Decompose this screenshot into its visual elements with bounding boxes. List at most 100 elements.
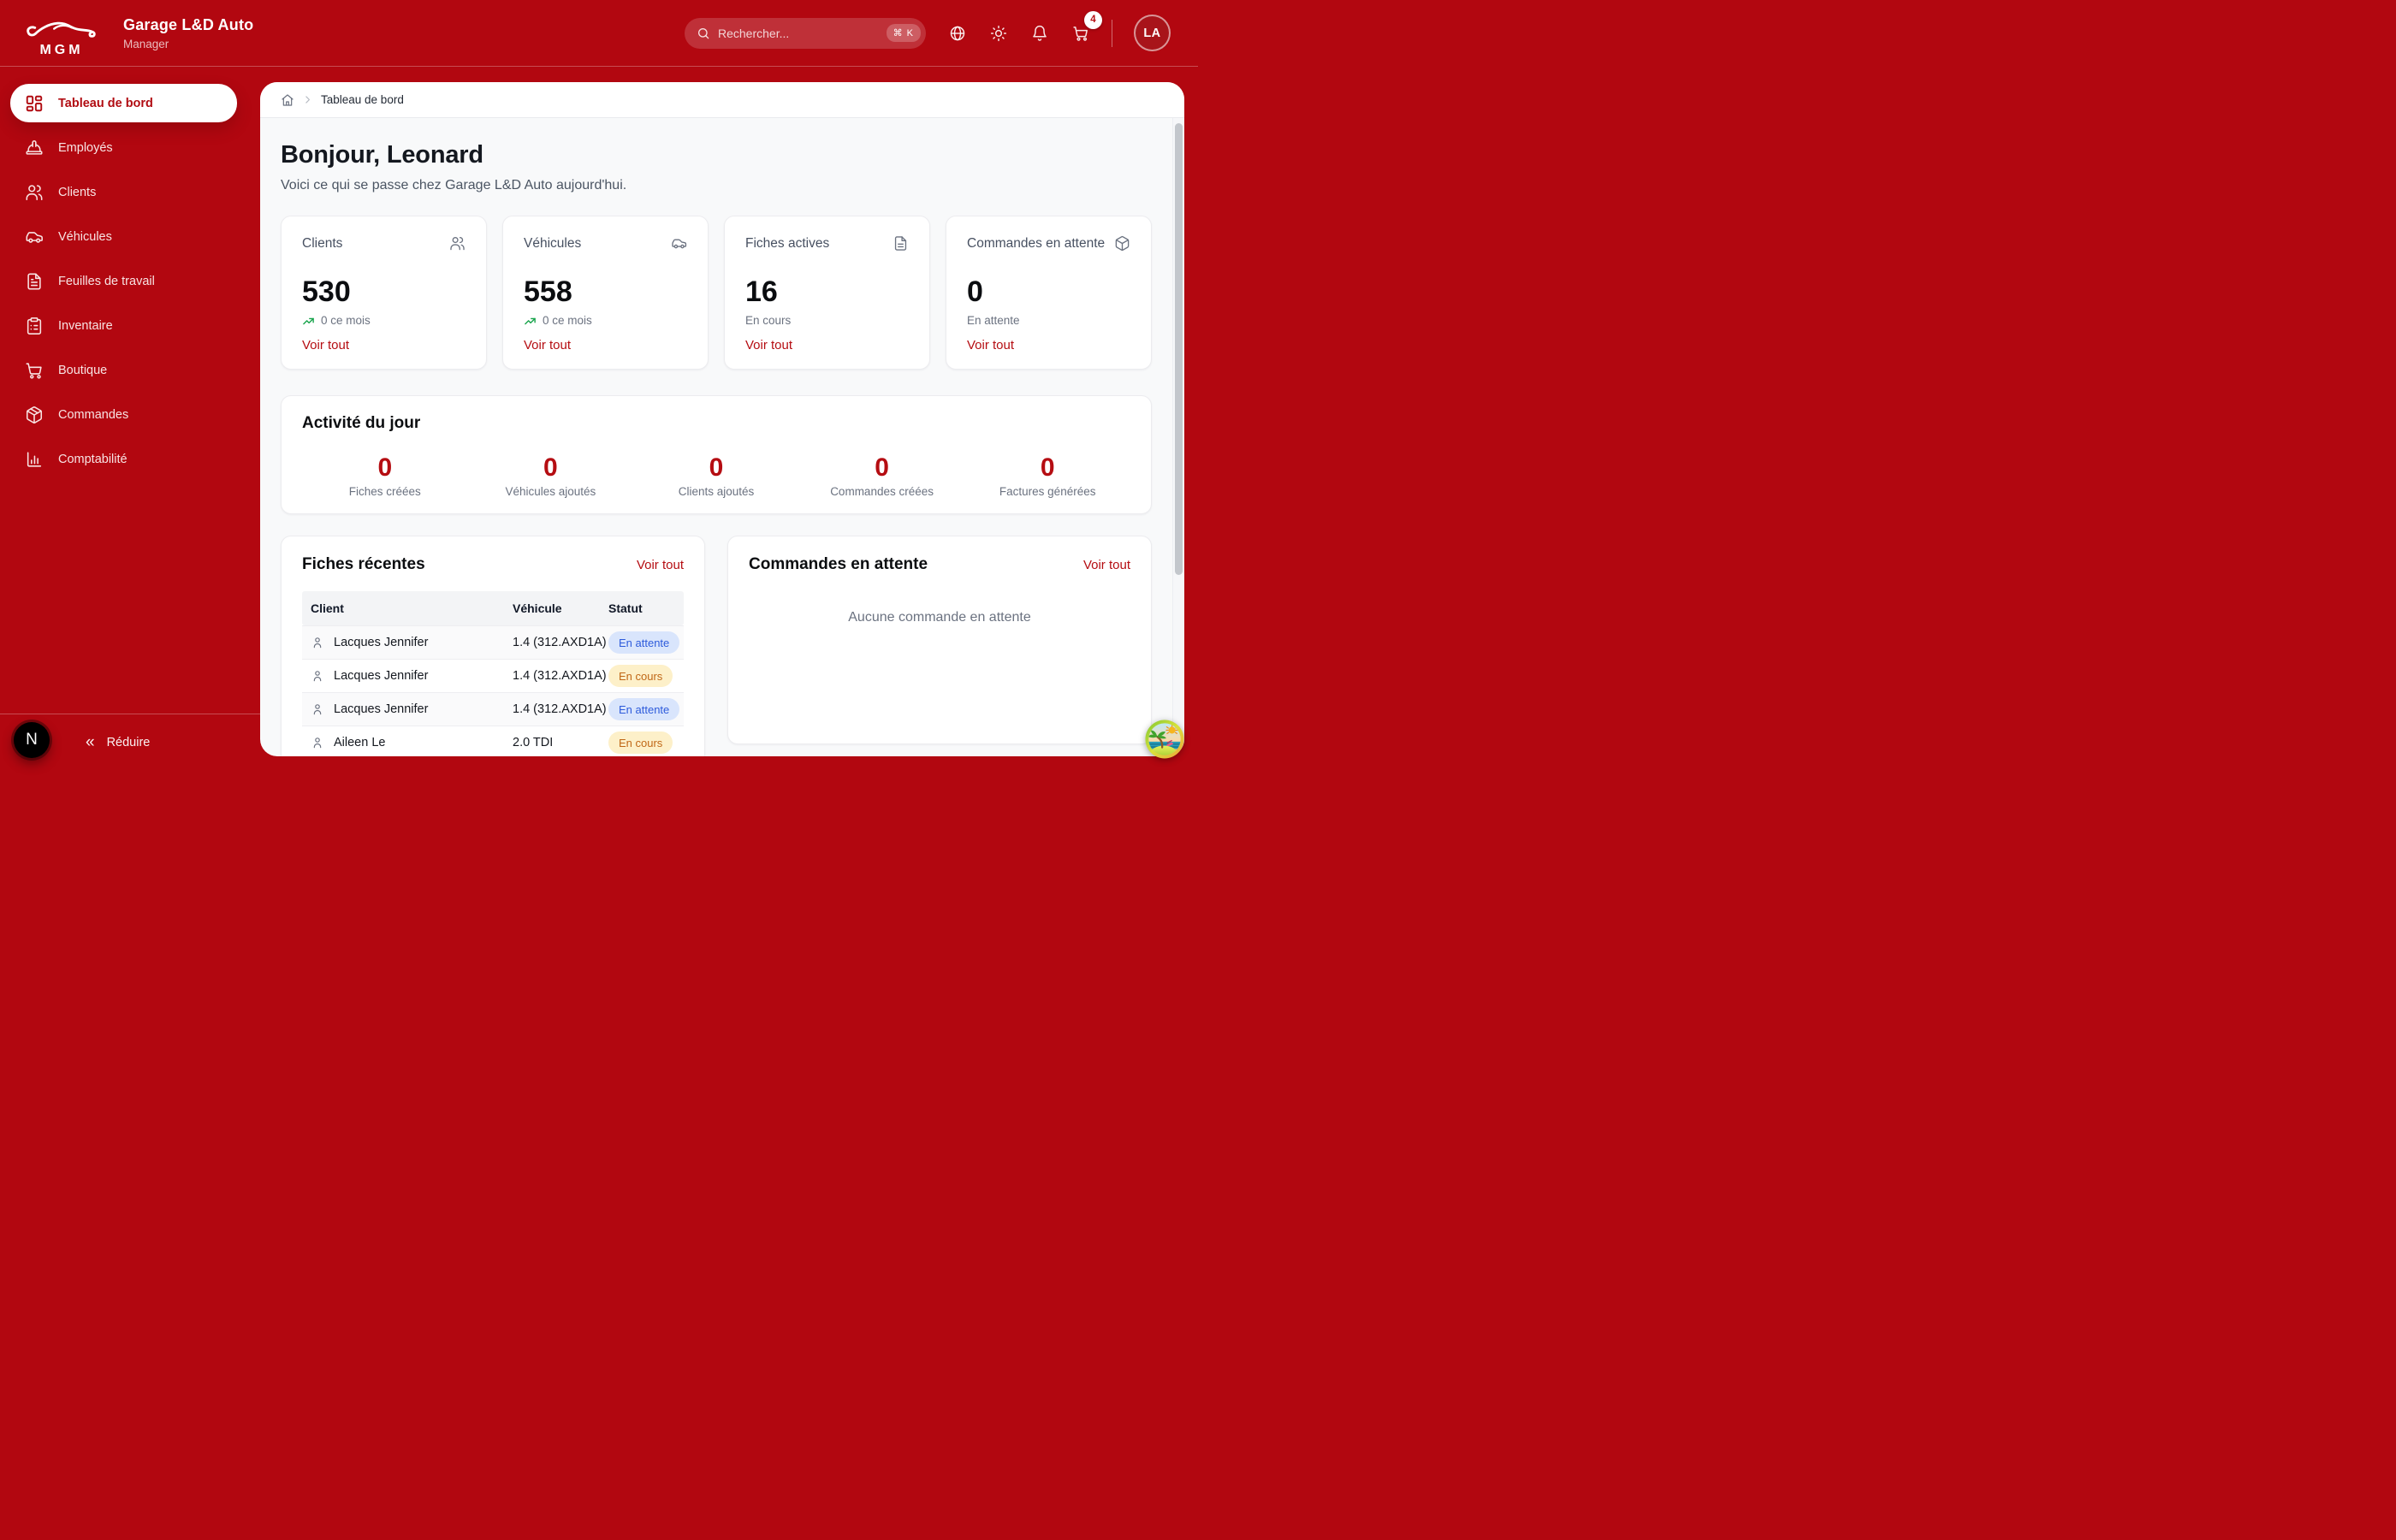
chevrons-left-icon: « <box>86 734 95 750</box>
column-header-client: Client <box>302 601 513 615</box>
recent-sheets-table: Client Véhicule Statut Lacques Jennifer <box>302 591 684 756</box>
activity-title: Activité du jour <box>302 414 1130 433</box>
nextjs-dev-badge[interactable]: N <box>14 722 50 758</box>
dashboard-icon <box>25 94 44 113</box>
client-name: Lacques Jennifer <box>334 636 428 649</box>
file-text-icon <box>25 272 44 291</box>
collapse-label: Réduire <box>107 736 151 749</box>
stat-card-title: Commandes en attente <box>967 236 1105 252</box>
panel-body: Bonjour, Leonard Voici ce qui se passe c… <box>260 118 1184 755</box>
car-icon <box>25 228 44 246</box>
chevron-right-icon <box>302 94 313 105</box>
pending-orders-card: Commandes en attente Voir tout Aucune co… <box>727 536 1152 744</box>
user-icon <box>311 636 324 649</box>
home-icon[interactable] <box>281 93 294 107</box>
activity-stat: 0 Commandes créées <box>799 453 965 498</box>
stat-card-sub: En cours <box>745 313 909 329</box>
bar-chart-icon <box>25 450 44 469</box>
search-input[interactable] <box>718 27 887 40</box>
sidebar-item-inventaire[interactable]: Inventaire <box>10 306 237 345</box>
client-name: Lacques Jennifer <box>334 669 428 683</box>
search-bar[interactable]: ⌘ K <box>685 18 926 49</box>
app-header: MGM Garage L&D Auto Manager ⌘ K <box>0 0 1198 67</box>
sidebar-item-label: Commandes <box>58 408 128 422</box>
stat-card-value: 530 <box>302 275 466 308</box>
user-icon <box>311 702 324 716</box>
view-all-link[interactable]: Voir tout <box>524 338 571 352</box>
language-button[interactable] <box>942 18 973 49</box>
sidebar-item-boutique[interactable]: Boutique <box>10 351 237 389</box>
sidebar-item-label: Feuilles de travail <box>58 275 155 288</box>
recent-sheets-card: Fiches récentes Voir tout Client Véhicul… <box>281 536 705 756</box>
sidebar-item-commandes[interactable]: Commandes <box>10 395 237 434</box>
sidebar-item-clients[interactable]: Clients <box>10 173 237 211</box>
activity-stats: 0 Fiches créées 0 Véhicules ajoutés 0 Cl… <box>302 453 1130 498</box>
table-row[interactable]: Lacques Jennifer 1.4 (312.AXD1A) En atte… <box>302 625 684 659</box>
brand-block: Garage L&D Auto Manager <box>123 16 253 50</box>
sidebar-item-feuilles-de-travail[interactable]: Feuilles de travail <box>10 262 237 300</box>
vehicle-cell: 2.0 TDI <box>513 736 608 749</box>
status-badge: En cours <box>608 665 673 687</box>
activity-value: 0 <box>468 453 634 483</box>
island-badge[interactable] <box>1145 720 1184 759</box>
sidebar-nav: Tableau de bord Employés Clients Véhic <box>0 67 260 478</box>
package-icon <box>25 406 44 424</box>
activity-stat: 0 Clients ajoutés <box>633 453 799 498</box>
table-row[interactable]: Lacques Jennifer 1.4 (312.AXD1A) En atte… <box>302 692 684 726</box>
stat-card-fiches-actives: Fiches actives 16 En cours Voir tout <box>724 216 930 370</box>
bottom-row: Fiches récentes Voir tout Client Véhicul… <box>281 536 1152 756</box>
sidebar-item-tableau-de-bord[interactable]: Tableau de bord <box>10 84 237 122</box>
theme-toggle-button[interactable] <box>983 18 1014 49</box>
table-row[interactable]: Aileen Le 2.0 TDI En cours <box>302 726 684 756</box>
stat-card-value: 16 <box>745 275 909 308</box>
dashboard-content: Bonjour, Leonard Voici ce qui se passe c… <box>260 118 1184 756</box>
activity-value: 0 <box>633 453 799 483</box>
vehicle-cell: 1.4 (312.AXD1A) <box>513 702 608 716</box>
activity-label: Factures générées <box>964 485 1130 498</box>
view-all-link[interactable]: Voir tout <box>302 338 349 352</box>
column-header-vehicule: Véhicule <box>513 601 608 615</box>
car-icon <box>671 235 687 252</box>
sidebar-item-label: Inventaire <box>58 319 113 333</box>
vehicle-cell: 1.4 (312.AXD1A) <box>513 669 608 683</box>
cart-count-badge: 4 <box>1084 11 1102 29</box>
stat-card-commandes-attente: Commandes en attente 0 En attente Voir t… <box>946 216 1152 370</box>
user-avatar[interactable]: LA <box>1134 15 1171 51</box>
sidebar-item-comptabilite[interactable]: Comptabilité <box>10 440 237 478</box>
sidebar-collapse-button[interactable]: « Réduire <box>86 734 150 750</box>
hard-hat-icon <box>25 139 44 157</box>
search-icon <box>697 27 710 40</box>
activity-card: Activité du jour 0 Fiches créées 0 Véhic… <box>281 395 1152 514</box>
view-all-link[interactable]: Voir tout <box>637 558 684 572</box>
car-silhouette-icon <box>24 9 99 43</box>
activity-value: 0 <box>799 453 965 483</box>
scrollbar-thumb[interactable] <box>1175 123 1183 575</box>
trending-up-icon <box>302 315 315 328</box>
main-panel: Tableau de bord Bonjour, Leonard Voici c… <box>260 82 1184 756</box>
view-all-link[interactable]: Voir tout <box>745 338 792 352</box>
sidebar-item-vehicules[interactable]: Véhicules <box>10 217 237 256</box>
stat-card-title: Véhicules <box>524 236 581 252</box>
sidebar-item-label: Employés <box>58 141 113 155</box>
users-icon <box>449 235 466 252</box>
view-all-link[interactable]: Voir tout <box>1083 558 1130 572</box>
globe-icon <box>949 25 966 42</box>
table-row[interactable]: Lacques Jennifer 1.4 (312.AXD1A) En cour… <box>302 659 684 692</box>
sidebar-item-employes[interactable]: Employés <box>10 128 237 167</box>
stat-card-clients: Clients 530 0 ce mois Voir tout <box>281 216 487 370</box>
user-icon <box>311 736 324 749</box>
stat-card-title: Clients <box>302 236 342 252</box>
file-text-icon <box>893 235 909 252</box>
cart-button[interactable]: 4 <box>1065 18 1096 49</box>
vehicle-cell: 1.4 (312.AXD1A) <box>513 636 608 649</box>
activity-label: Fiches créées <box>302 485 468 498</box>
notifications-button[interactable] <box>1024 18 1055 49</box>
activity-label: Clients ajoutés <box>633 485 799 498</box>
view-all-link[interactable]: Voir tout <box>967 338 1014 352</box>
app-title: Garage L&D Auto <box>123 16 253 34</box>
page-title: Bonjour, Leonard <box>281 140 1152 169</box>
brand-logo[interactable]: MGM <box>22 9 101 57</box>
scrollbar-track[interactable] <box>1172 118 1184 755</box>
logo-text: MGM <box>39 44 83 57</box>
bell-icon <box>1031 25 1048 42</box>
